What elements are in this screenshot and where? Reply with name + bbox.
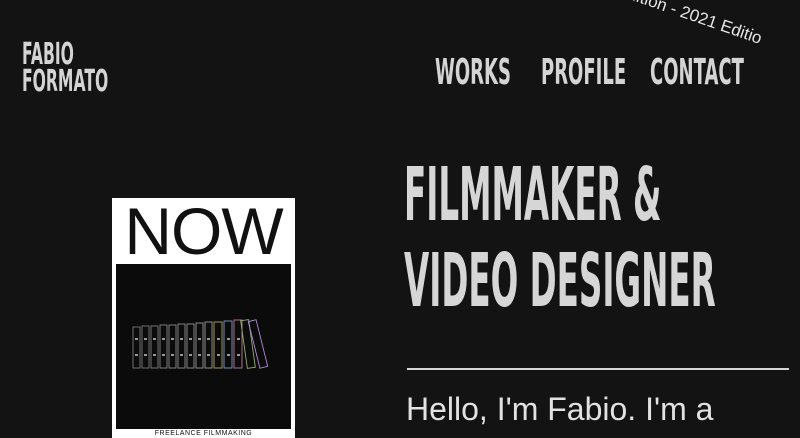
nav-link-works[interactable]: WORKS: [435, 55, 511, 91]
site-logo[interactable]: FABIO FORMATO: [22, 40, 109, 99]
intro-text: Hello, I'm Fabio. I'm a: [406, 391, 714, 427]
edition-ticker: on - 2021 edition - 2021 Editio: [543, 0, 765, 48]
now-card-title: NOW: [124, 198, 283, 268]
nav-link-profile[interactable]: PROFILE: [541, 55, 626, 91]
logo-line-2: FORMATO: [22, 64, 109, 99]
section-divider: [407, 368, 789, 370]
film-frames-graphic: [132, 319, 269, 369]
headline-line-2: VIDEO DESIGNER: [404, 238, 716, 324]
film-strip-image: [116, 264, 291, 438]
now-card-caption: FREELANCE FILMMAKING: [112, 429, 295, 438]
now-card[interactable]: NOW FREELANCE FILMMAKING: [112, 198, 295, 438]
nav-link-contact[interactable]: CONTACT: [650, 55, 744, 91]
headline-line-1: FILMMAKER &: [404, 152, 662, 238]
hero-headline: FILMMAKER & VIDEO DESIGNER: [404, 152, 716, 324]
